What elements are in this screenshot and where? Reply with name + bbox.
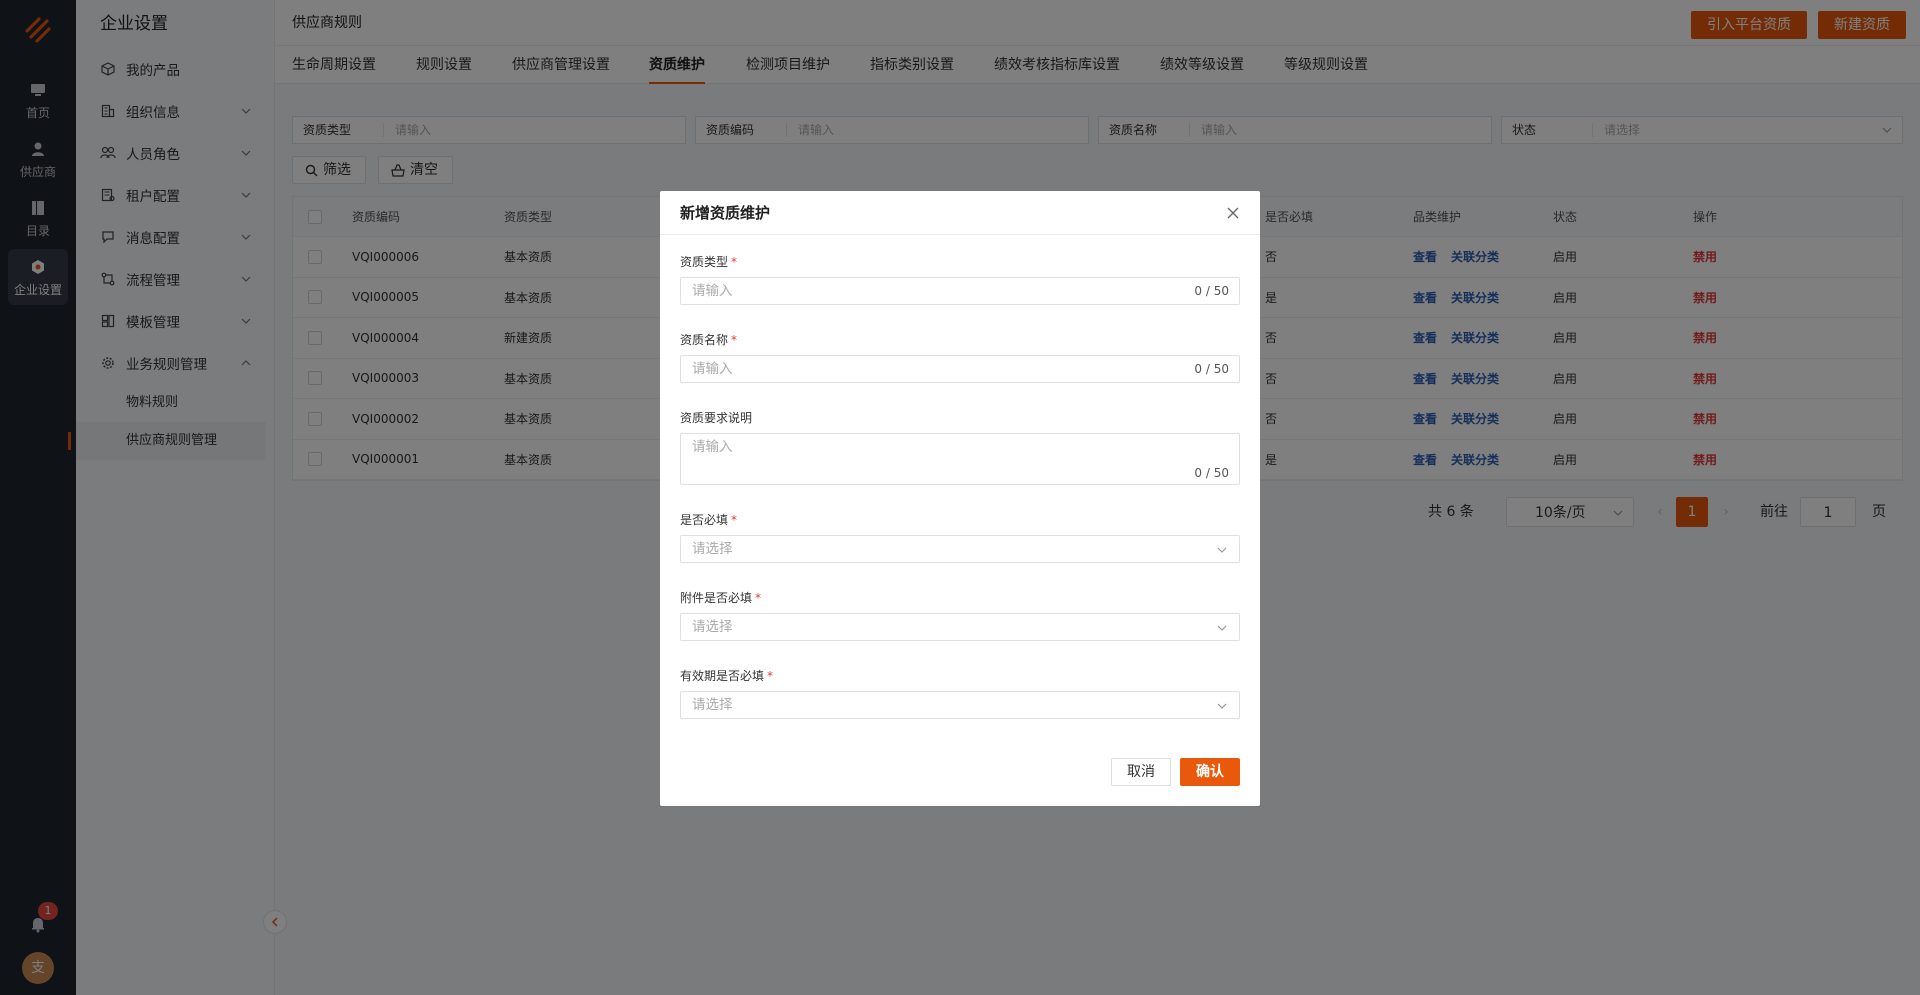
select-placeholder: 请选择 [692, 619, 733, 635]
confirm-button[interactable]: 确认 [1180, 758, 1240, 786]
validity-required-select[interactable]: 请选择 [680, 691, 1240, 719]
select-placeholder: 请选择 [692, 541, 733, 557]
chevron-down-icon [1217, 703, 1227, 709]
required-mark: * [755, 591, 762, 605]
field-label: 资质类型 * [680, 255, 738, 269]
qualification-name-input[interactable]: 请输入 0 / 50 [680, 355, 1240, 383]
cancel-button[interactable]: 取消 [1111, 758, 1171, 786]
attachment-required-select[interactable]: 请选择 [680, 613, 1240, 641]
required-mark: * [731, 333, 738, 347]
close-icon[interactable] [1226, 206, 1240, 220]
field-label: 附件是否必填 * [680, 591, 762, 605]
dialog-title: 新增资质维护 [680, 204, 771, 222]
is-required-field: 是否必填 * 请选择 [680, 511, 1240, 563]
required-mark: * [767, 669, 774, 683]
validity-required-field: 有效期是否必填 * 请选择 [680, 667, 1240, 719]
qualification-name-field: 资质名称 * 请输入 0 / 50 [680, 331, 1240, 383]
attachment-required-field: 附件是否必填 * 请选择 [680, 589, 1240, 641]
is-required-select[interactable]: 请选择 [680, 535, 1240, 563]
char-counter: 0 / 50 [1194, 362, 1229, 376]
select-placeholder: 请选择 [692, 697, 733, 713]
qualification-type-input[interactable]: 请输入 0 / 50 [680, 277, 1240, 305]
chevron-down-icon [1217, 547, 1227, 553]
field-label: 资质名称 * [680, 333, 738, 347]
qualification-requirement-field: 资质要求说明 请输入 0 / 50 [680, 409, 1240, 485]
input-placeholder: 请输入 [692, 439, 733, 455]
required-mark: * [731, 513, 738, 527]
chevron-down-icon [1217, 625, 1227, 631]
qualification-type-field: 资质类型 * 请输入 0 / 50 [680, 253, 1240, 305]
add-qualification-dialog: 新增资质维护 资质类型 * 请输入 0 / 50 资质名称 * 请输入 0 / 50… [660, 191, 1260, 806]
field-label: 资质要求说明 [680, 411, 753, 425]
field-label: 有效期是否必填 * [680, 669, 774, 683]
input-placeholder: 请输入 [692, 283, 733, 299]
char-counter: 0 / 50 [1194, 284, 1229, 298]
field-label: 是否必填 * [680, 513, 738, 527]
required-mark: * [731, 255, 738, 269]
qualification-requirement-textarea[interactable]: 请输入 0 / 50 [680, 433, 1240, 485]
char-counter: 0 / 50 [1194, 466, 1229, 480]
input-placeholder: 请输入 [692, 361, 733, 377]
